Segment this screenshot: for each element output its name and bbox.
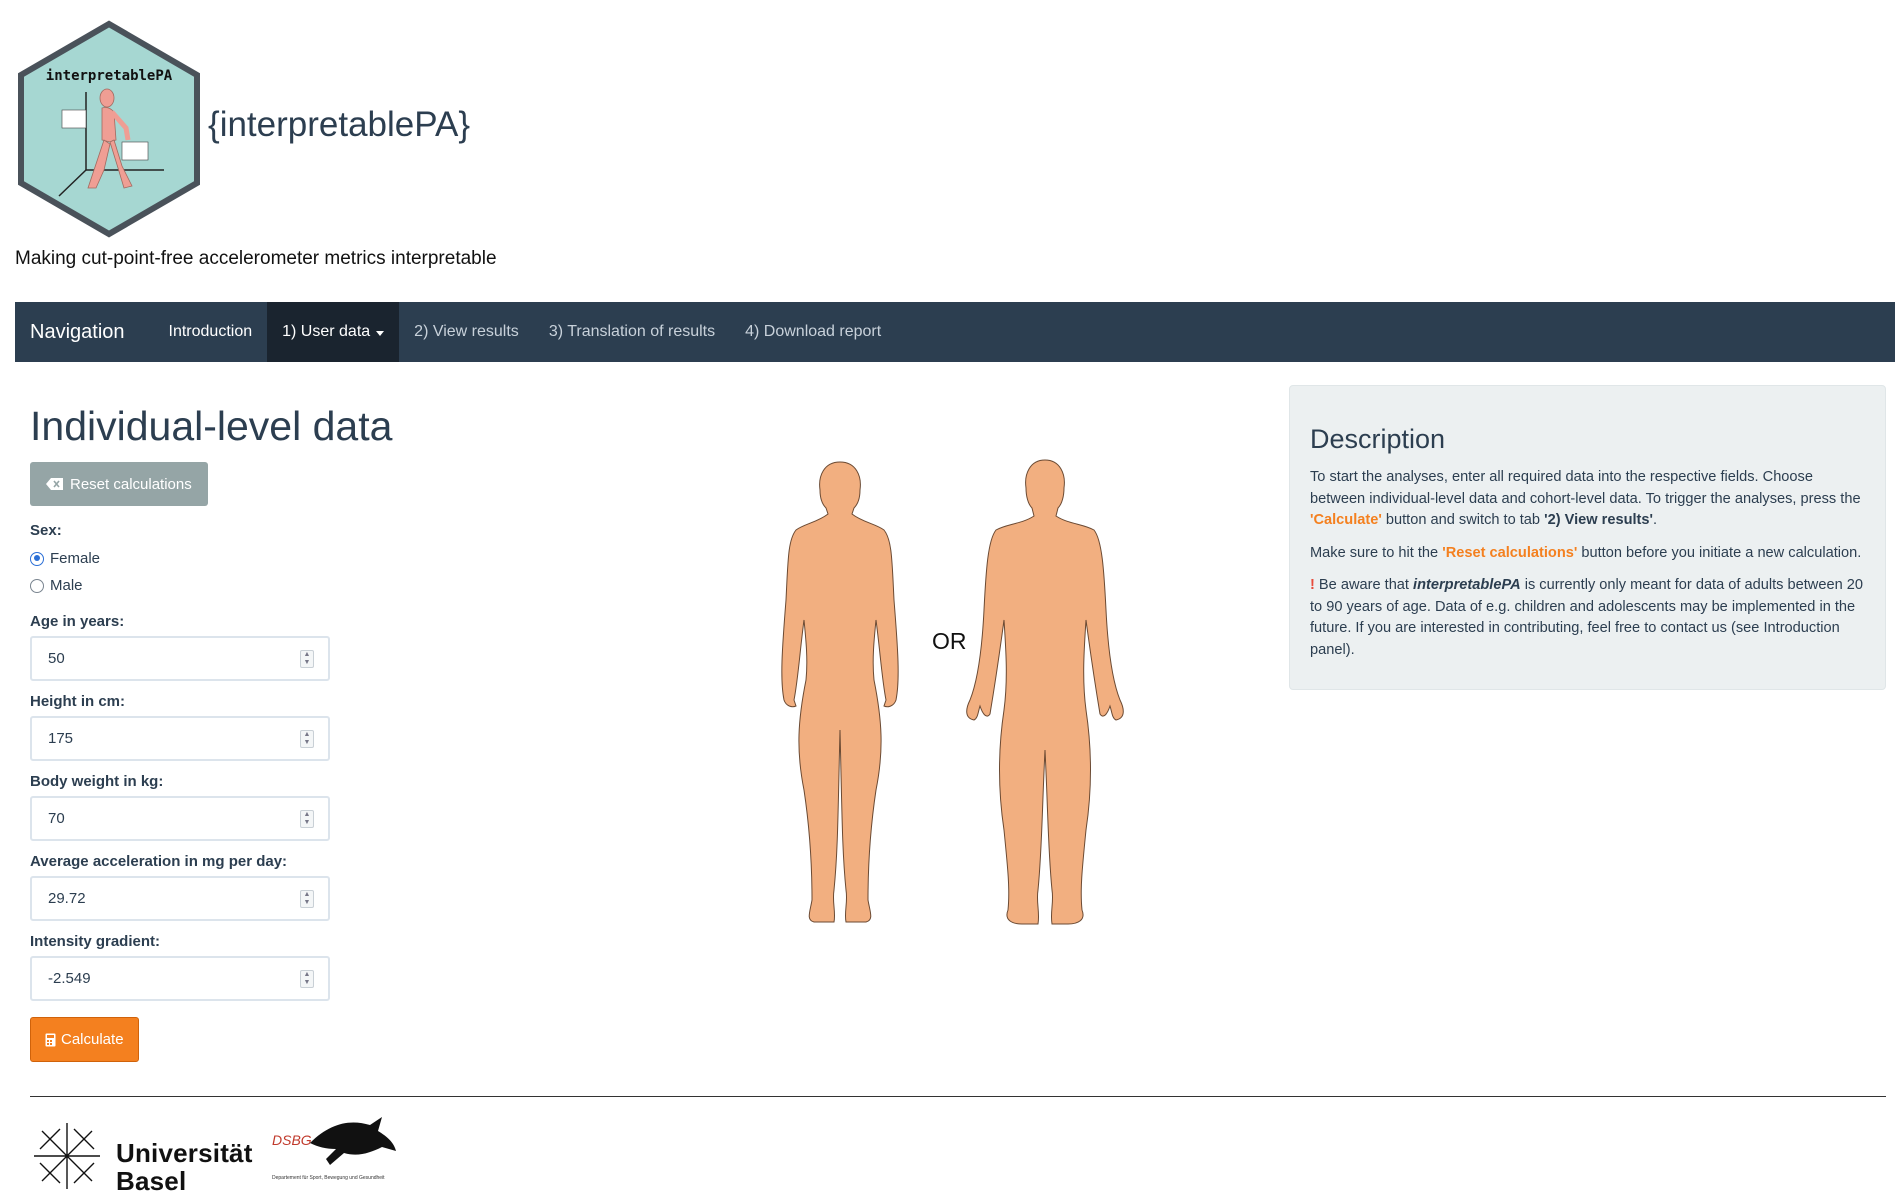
top-navbar: Navigation Introduction 1) User data 2) … bbox=[15, 302, 1895, 362]
weight-label: Body weight in kg: bbox=[30, 773, 164, 790]
footer-divider bbox=[30, 1096, 1886, 1097]
caret-down-icon bbox=[376, 330, 385, 336]
individual-data-form: Individual-level data Reset calculations… bbox=[30, 395, 450, 1062]
number-spinner-icon[interactable]: ▲ ▼ bbox=[300, 649, 314, 668]
or-label: OR bbox=[932, 628, 967, 654]
calculator-icon bbox=[45, 1033, 56, 1046]
body-silhouettes bbox=[781, 459, 1124, 925]
description-paragraph-2: Make sure to hit the 'Reset calculations… bbox=[1310, 544, 1862, 561]
number-spinner-icon[interactable]: ▲ ▼ bbox=[300, 889, 314, 908]
female-silhouette bbox=[781, 461, 899, 923]
interpretablepa-logo: interpretablePA bbox=[18, 20, 200, 238]
footer-logos: Universität Basel DSBG Departement für S… bbox=[30, 1115, 430, 1195]
logo-text: interpretablePA bbox=[46, 68, 173, 84]
height-label: Height in cm: bbox=[30, 693, 126, 710]
description-panel: Description To start the analyses, enter… bbox=[1289, 385, 1886, 690]
radio-male[interactable] bbox=[30, 578, 44, 593]
acceleration-value: 29.72 bbox=[48, 890, 86, 907]
sex-option-female[interactable]: Female bbox=[30, 545, 450, 572]
app-tagline: Making cut-point-free accelerometer metr… bbox=[15, 248, 497, 269]
weight-value: 70 bbox=[48, 810, 65, 827]
height-input[interactable]: 175 ▲ ▼ bbox=[30, 716, 330, 761]
dsbg-logo: DSBG Departement für Sport, Bewegung und… bbox=[272, 1117, 396, 1181]
description-title: Description bbox=[1310, 424, 1446, 454]
unibasel-logo-icon bbox=[34, 1123, 100, 1189]
nav-tab-user-data[interactable]: 1) User data bbox=[267, 302, 400, 362]
navbar-brand[interactable]: Navigation bbox=[15, 302, 140, 362]
height-value: 175 bbox=[48, 730, 74, 747]
unibasel-wordmark: Universität Basel bbox=[116, 1138, 253, 1196]
svg-text:DSBG: DSBG bbox=[272, 1132, 312, 1148]
nav-tab-translation[interactable]: 3) Translation of results bbox=[534, 302, 730, 362]
acceleration-input[interactable]: 29.72 ▲ ▼ bbox=[30, 876, 330, 921]
intensity-gradient-value: -2.549 bbox=[48, 970, 91, 987]
description-paragraph-3: ! Be aware that interpretablePA is curre… bbox=[1310, 577, 1863, 658]
sex-option-male[interactable]: Male bbox=[30, 572, 450, 599]
sex-label: Sex: bbox=[30, 522, 62, 539]
intensity-gradient-label: Intensity gradient: bbox=[30, 933, 161, 950]
number-spinner-icon[interactable]: ▲ ▼ bbox=[300, 969, 314, 988]
backspace-icon bbox=[46, 478, 63, 490]
weight-input[interactable]: 70 ▲ ▼ bbox=[30, 796, 330, 841]
number-spinner-icon[interactable]: ▲ ▼ bbox=[300, 809, 314, 828]
nav-tab-view-results[interactable]: 2) View results bbox=[399, 302, 534, 362]
number-spinner-icon[interactable]: ▲ ▼ bbox=[300, 729, 314, 748]
nav-tab-download-report[interactable]: 4) Download report bbox=[730, 302, 896, 362]
description-paragraph-1: To start the analyses, enter all require… bbox=[1310, 469, 1861, 528]
nav-tab-introduction[interactable]: Introduction bbox=[154, 302, 268, 362]
age-value: 50 bbox=[48, 650, 65, 667]
age-input[interactable]: 50 ▲ ▼ bbox=[30, 636, 330, 681]
svg-text:Departement für Sport, Bewegun: Departement für Sport, Bewegung und Gesu… bbox=[272, 1175, 385, 1181]
app-header: interpretablePA {interpretablePA} bbox=[14, 20, 714, 240]
radio-female[interactable] bbox=[30, 551, 44, 566]
acceleration-label: Average acceleration in mg per day: bbox=[30, 853, 288, 870]
male-silhouette bbox=[966, 459, 1124, 925]
app-title: {interpretablePA} bbox=[208, 105, 471, 144]
reset-calculations-button[interactable]: Reset calculations bbox=[30, 462, 208, 506]
age-label: Age in years: bbox=[30, 613, 125, 630]
intensity-gradient-input[interactable]: -2.549 ▲ ▼ bbox=[30, 956, 330, 1001]
page-title: Individual-level data bbox=[30, 403, 393, 449]
calculate-button[interactable]: Calculate bbox=[30, 1017, 139, 1062]
